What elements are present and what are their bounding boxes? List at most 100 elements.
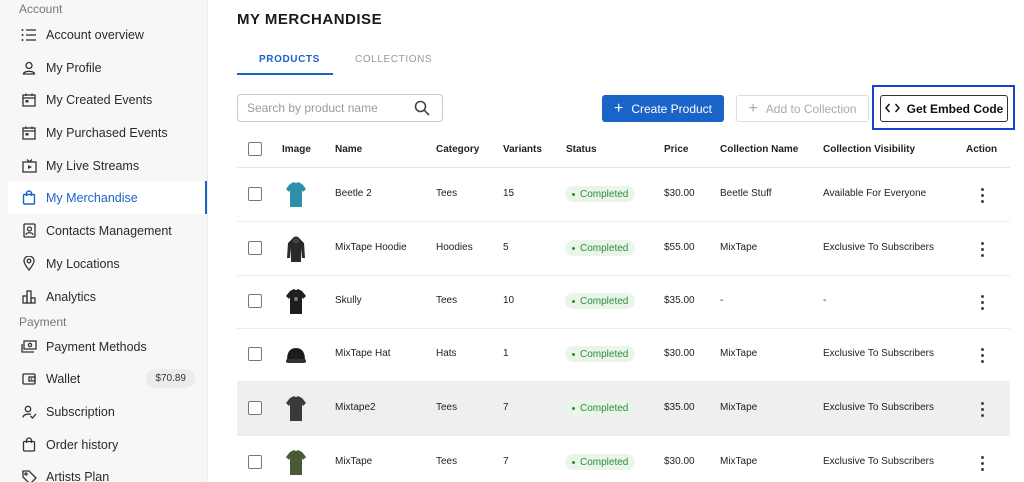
column-header-name: Name [335,144,363,155]
sidebar-item-label: Wallet [46,371,81,386]
create-product-label: Create Product [631,101,713,116]
product-price: $30.00 [664,348,695,359]
column-header-price: Price [664,144,689,155]
create-product-button[interactable]: + Create Product [602,95,724,122]
collection-visibility: Exclusive To Subscribers [823,242,934,253]
product-variants: 7 [503,402,509,413]
search-input[interactable] [247,101,407,115]
product-name: Beetle 2 [335,188,372,199]
sidebar-item-my-purchased-events[interactable]: My Purchased Events [8,116,207,149]
contacts-icon [20,222,38,240]
sidebar-item-label: Contacts Management [46,223,172,238]
sidebar: Account Account overview My Profile My C… [0,0,208,482]
plus-icon: + [613,99,624,117]
status-badge: Completed [565,454,636,470]
sidebar-item-label: My Created Events [46,92,153,107]
search-icon[interactable] [414,100,430,121]
status-dot-icon [572,246,575,250]
sidebar-item-my-locations[interactable]: My Locations [8,247,207,280]
more-options-icon[interactable] [975,345,989,365]
row-checkbox[interactable] [248,187,262,201]
tab-products[interactable]: PRODUCTS [259,54,320,65]
product-image-black-tee [286,289,306,314]
product-price: $30.00 [664,456,695,467]
sidebar-item-order-history[interactable]: Order history [8,428,207,461]
add-to-collection-button[interactable]: + Add to Collection [736,95,869,122]
product-price: $35.00 [664,402,695,413]
sidebar-item-label: Account overview [46,27,144,42]
row-checkbox[interactable] [248,347,262,361]
more-options-icon[interactable] [975,185,989,205]
sidebar-item-label: Artists Plan [46,469,110,482]
collection-name: MixTape [720,242,758,253]
table-row: MixTape Hat Hats 1 Completed $30.00 MixT… [237,328,1010,382]
sidebar-item-label: Analytics [46,289,97,304]
column-header-variants: Variants [503,144,542,155]
table-row: Mixtape2 Tees 7 Completed $35.00 MixTape… [237,382,1010,436]
sidebar-item-analytics[interactable]: Analytics [8,280,207,313]
sidebar-item-label: Payment Methods [46,339,147,354]
collection-visibility: Exclusive To Subscribers [823,348,934,359]
sidebar-item-payment-methods[interactable]: Payment Methods [8,330,207,363]
tab-collections[interactable]: COLLECTIONS [355,54,432,65]
status-badge: Completed [565,293,636,309]
sidebar-item-label: My Merchandise [46,190,138,205]
product-name: Mixtape2 [335,402,376,413]
column-header-status: Status [566,144,597,155]
get-embed-code-button[interactable]: Get Embed Code [880,95,1008,122]
more-options-icon[interactable] [975,399,989,419]
sidebar-item-subscription[interactable]: Subscription [8,395,207,428]
status-badge: Completed [565,400,636,416]
table-header: Image Name Category Variants Status Pric… [237,132,1010,168]
column-header-action: Action [966,144,998,155]
product-variants: 7 [503,456,509,467]
sidebar-item-my-profile[interactable]: My Profile [8,51,207,84]
section-label-payment: Payment [19,315,67,329]
location-pin-icon [20,255,38,273]
row-checkbox[interactable] [248,241,262,255]
product-category: Hoodies [436,242,473,253]
status-dot-icon [572,299,575,303]
select-all-checkbox[interactable] [248,142,262,156]
list-icon [20,26,38,44]
sidebar-item-label: My Live Streams [46,158,140,173]
row-checkbox[interactable] [248,455,262,469]
product-name: Skully [335,295,362,306]
product-category: Tees [436,295,458,306]
sidebar-item-account-overview[interactable]: Account overview [8,18,207,51]
product-price: $35.00 [664,295,695,306]
search-box [237,94,443,122]
collection-name: Beetle Stuff [720,188,772,199]
row-checkbox[interactable] [248,401,262,415]
plus-icon: + [748,99,758,117]
row-checkbox[interactable] [248,294,262,308]
collection-name: - [720,295,724,306]
wallet-icon [20,370,38,388]
table-row: MixTape Hoodie Hoodies 5 Completed $55.0… [237,222,1010,276]
calendar-icon [20,124,38,142]
table-row: Beetle 2 Tees 15 Completed $30.00 Beetle… [237,168,1010,222]
bar-chart-icon [20,288,38,306]
more-options-icon[interactable] [975,239,989,259]
sidebar-item-contacts-management[interactable]: Contacts Management [8,214,207,247]
more-options-icon[interactable] [975,453,989,473]
collection-visibility: Exclusive To Subscribers [823,456,934,467]
sidebar-item-my-merchandise[interactable]: My Merchandise [8,181,207,214]
status-badge: Completed [565,186,636,202]
page-title: MY MERCHANDISE [237,11,383,28]
more-options-icon[interactable] [975,292,989,312]
sidebar-item-artists-plan[interactable]: Artists Plan [8,460,207,482]
collection-name: MixTape [720,348,758,359]
sidebar-item-my-created-events[interactable]: My Created Events [8,83,207,116]
status-dot-icon [572,192,575,196]
product-category: Tees [436,402,458,413]
shopping-bag-icon [20,436,38,454]
collection-name: MixTape [720,456,758,467]
product-category: Tees [436,188,458,199]
product-image-olive-tee [286,450,306,475]
payment-icon [20,338,38,356]
sidebar-item-wallet[interactable]: Wallet $70.89 [8,362,207,395]
product-name: MixTape Hat [335,348,391,359]
sidebar-item-my-live-streams[interactable]: My Live Streams [8,149,207,182]
code-icon [884,102,900,116]
